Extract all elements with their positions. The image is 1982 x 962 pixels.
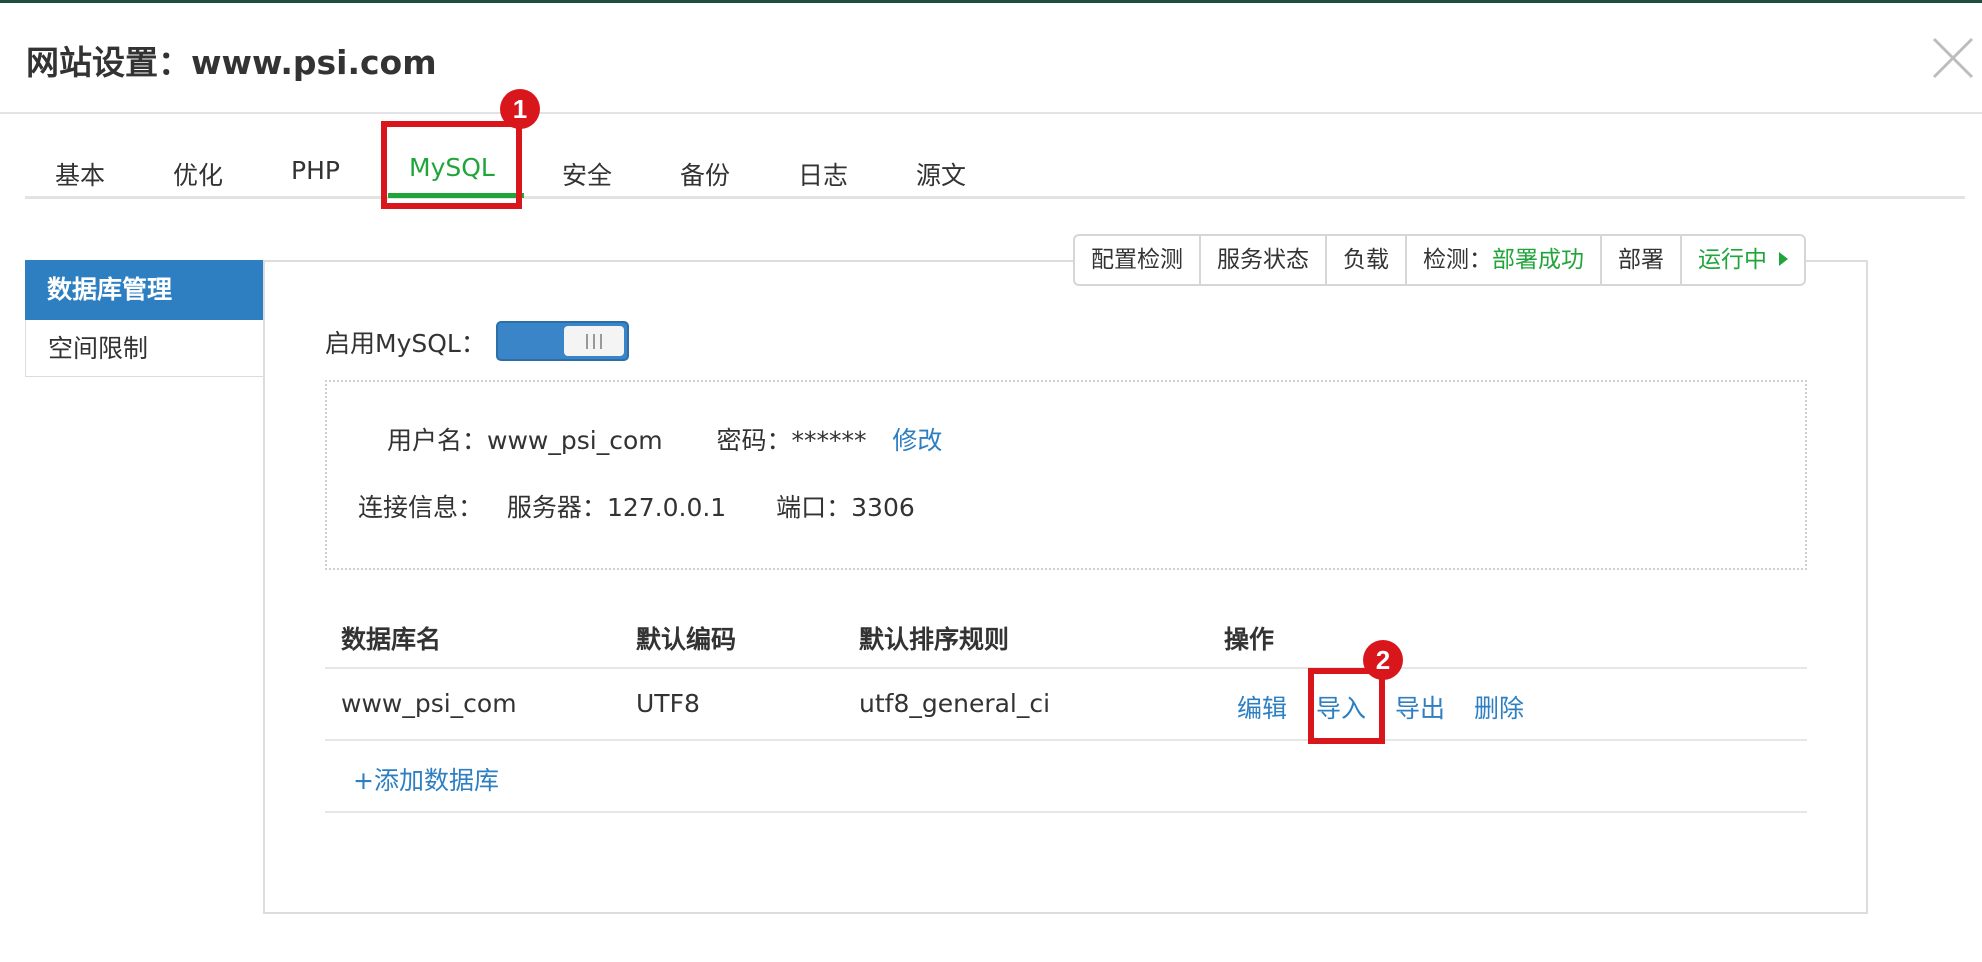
settings-tabs: 基本 优化 PHP MySQL 安全 备份 日志 源文	[25, 118, 1965, 198]
edit-button[interactable]: 编辑	[1237, 689, 1287, 725]
tab-php[interactable]: PHP	[291, 156, 340, 185]
export-button[interactable]: 导出	[1395, 689, 1445, 725]
column-header-db-name: 数据库名	[341, 625, 442, 654]
enable-mysql-toggle[interactable]	[496, 321, 629, 361]
service-status-button[interactable]: 服务状态	[1201, 236, 1327, 284]
tab-optimize[interactable]: 优化	[173, 156, 223, 192]
dialog-title: 网站设置：www.psi.com	[26, 43, 437, 82]
server-label: 服务器：	[506, 493, 607, 522]
running-status-button[interactable]: 运行中	[1682, 236, 1804, 284]
tab-source[interactable]: 源文	[916, 156, 966, 192]
running-label: 运行中	[1698, 247, 1767, 273]
top-accent-line	[0, 0, 1982, 3]
nav-item-database-management[interactable]: 数据库管理	[25, 260, 265, 320]
service-status-bar: 配置检测 服务状态 负载 检测：部署成功 部署 运行中	[1073, 234, 1806, 286]
config-check-button[interactable]: 配置检测	[1075, 236, 1201, 284]
nav-item-space-limit[interactable]: 空间限制	[25, 320, 265, 377]
cell-encoding: UTF8	[636, 689, 700, 718]
play-arrow-icon	[1779, 251, 1788, 266]
close-icon[interactable]	[1928, 33, 1978, 83]
connection-label: 连接信息：	[358, 493, 484, 522]
left-nav: 数据库管理 空间限制	[25, 260, 265, 377]
username-line: 用户名：www_psi_com 密码：****** 修改	[387, 421, 942, 457]
cell-db-name: www_psi_com	[341, 689, 517, 718]
title-divider	[0, 112, 1982, 114]
column-header-encoding: 默认编码	[636, 625, 737, 654]
column-header-collation: 默认排序规则	[859, 625, 1010, 654]
toggle-knob	[564, 326, 624, 356]
column-header-actions: 操作	[1224, 625, 1275, 654]
server-value: 127.0.0.1	[606, 493, 727, 522]
password-label: 密码：	[716, 426, 792, 455]
check-value: 部署成功	[1492, 247, 1584, 273]
username-label: 用户名：	[387, 426, 488, 455]
table-bottom-divider	[325, 811, 1807, 813]
port-value: 3306	[851, 493, 915, 522]
load-button[interactable]: 负载	[1327, 236, 1407, 284]
annotation-badge-2: 2	[1363, 640, 1403, 680]
delete-button[interactable]: 删除	[1474, 689, 1524, 725]
port-label: 端口：	[776, 493, 852, 522]
header-divider	[325, 667, 1807, 669]
connection-line: 连接信息： 服务器：127.0.0.1 端口：3306	[358, 488, 915, 524]
add-database-link[interactable]: +添加数据库	[353, 761, 499, 797]
annotation-box-2	[1308, 668, 1385, 744]
password-value: ******	[791, 426, 867, 455]
enable-mysql-label: 启用MySQL：	[325, 329, 486, 358]
deploy-button[interactable]: 部署	[1602, 236, 1682, 284]
tab-basic[interactable]: 基本	[55, 156, 105, 192]
cell-collation: utf8_general_ci	[859, 689, 1051, 718]
tab-security[interactable]: 安全	[562, 156, 612, 192]
check-label: 检测：	[1423, 247, 1492, 273]
modify-password-link[interactable]: 修改	[892, 426, 942, 455]
row-divider	[325, 739, 1807, 741]
check-status-item: 检测：部署成功	[1407, 236, 1602, 284]
tab-backup[interactable]: 备份	[680, 156, 730, 192]
account-info-box: 用户名：www_psi_com 密码：****** 修改 连接信息： 服务器：1…	[325, 380, 1807, 570]
tabs-baseline	[25, 196, 1965, 199]
annotation-badge-1: 1	[500, 89, 540, 129]
username-value: www_psi_com	[487, 426, 663, 455]
tab-logs[interactable]: 日志	[798, 156, 848, 192]
annotation-box-1	[381, 121, 522, 209]
